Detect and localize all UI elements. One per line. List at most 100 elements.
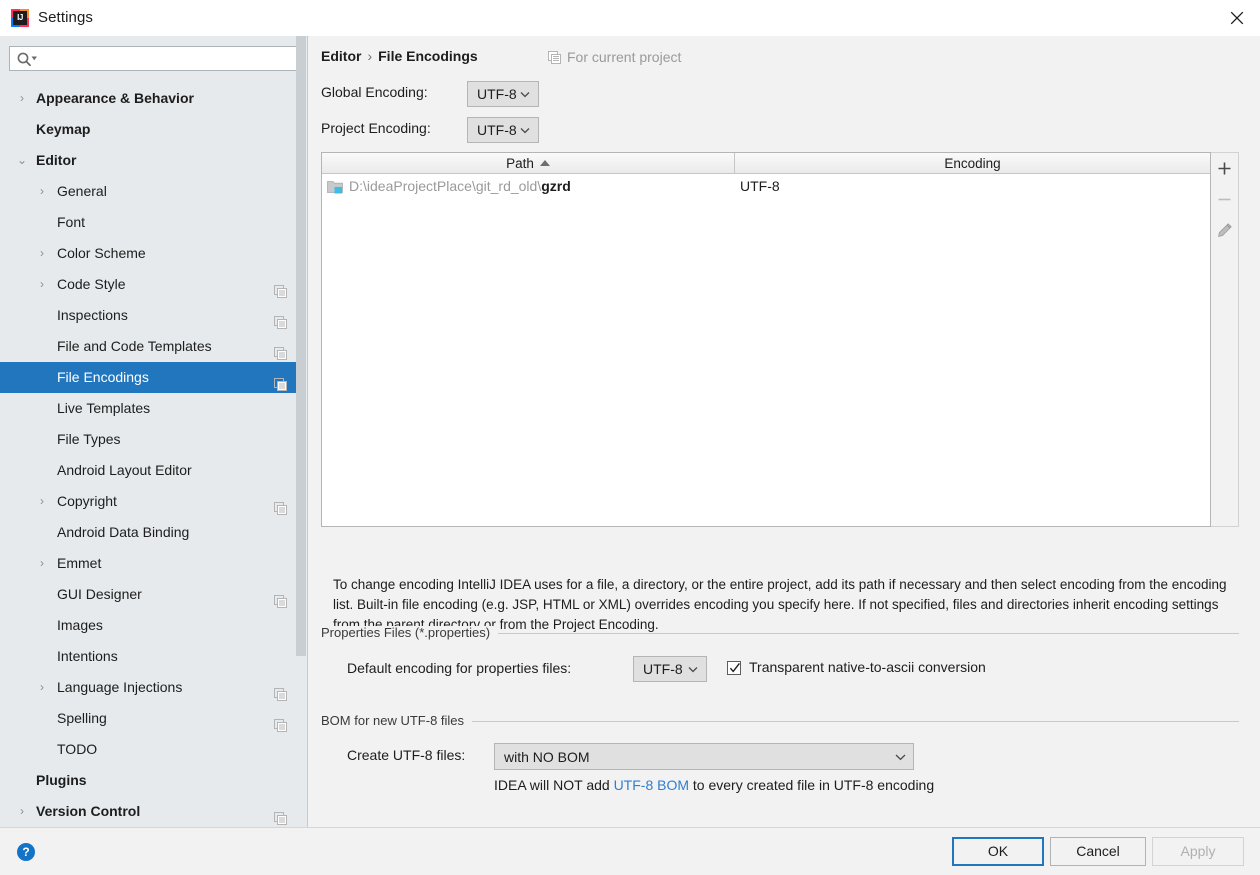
chevron-down-icon [894,744,906,769]
bom-group-title: BOM for new UTF-8 files [321,714,473,728]
settings-dialog: IJ Settings › Appearance & Behavior Keymap… [0,0,1260,875]
sidebar-item-version-control[interactable]: › Version Control [0,796,307,827]
sidebar-item-images[interactable]: Images [0,610,307,641]
default-properties-encoding-value: UTF-8 [643,661,683,677]
chevron-down-icon [519,118,531,142]
sidebar-item-label: Version Control [36,803,141,819]
encodings-table[interactable]: Path Encoding D:\ideaProjectPlace\git_rd… [321,152,1211,527]
sidebar-item-inspections[interactable]: Inspections [0,300,307,331]
sidebar-item-file-types[interactable]: File Types [0,424,307,455]
sidebar-item-label: Appearance & Behavior [36,90,194,106]
sort-ascending-icon [539,160,550,166]
sidebar-item-android-data-binding[interactable]: Android Data Binding [0,517,307,548]
column-header-encoding-label: Encoding [944,156,1001,171]
settings-tree[interactable]: › Appearance & Behavior Keymap ⌄ Editor › Gene… [0,83,307,827]
chevron-right-icon[interactable]: › [34,176,50,207]
sidebar-item-keymap[interactable]: Keymap [0,114,307,145]
chevron-right-icon[interactable]: › [34,548,50,579]
edit-button[interactable] [1211,215,1238,245]
chevron-right-icon[interactable]: › [14,83,30,114]
project-scope-icon [548,51,561,64]
sidebar-item-label: Live Templates [57,400,151,416]
bom-note-suffix: to every created file in UTF-8 encoding [689,777,935,793]
sidebar-item-intentions[interactable]: Intentions [0,641,307,672]
sidebar-item-label: Keymap [36,121,91,137]
search-field[interactable] [9,46,301,72]
path-name: gzrd [541,178,571,194]
sidebar-scrollbar-track[interactable] [296,36,307,827]
cancel-button[interactable]: Cancel [1050,837,1146,866]
chevron-down-icon [687,657,699,681]
sidebar-item-label: Intentions [57,648,118,664]
bom-group-header: BOM for new UTF-8 files [321,714,1239,728]
sidebar-item-label: Android Layout Editor [57,462,192,478]
breadcrumb-separator-icon: › [367,48,373,64]
sidebar-item-color-scheme[interactable]: › Color Scheme [0,238,307,269]
project-scope-icon [274,681,287,701]
utf8-bom-link[interactable]: UTF-8 BOM [614,777,689,793]
global-encoding-value: UTF-8 [477,86,517,102]
sidebar-item-label: TODO [57,741,98,757]
sidebar-item-todo[interactable]: TODO [0,734,307,765]
table-row[interactable]: D:\ideaProjectPlace\git_rd_old\gzrd UTF-… [322,174,1210,198]
chevron-right-icon[interactable]: › [34,238,50,269]
global-encoding-combo[interactable]: UTF-8 [467,81,539,107]
sidebar-item-label: Code Style [57,276,126,292]
sidebar-item-label: Editor [36,152,77,168]
remove-button[interactable] [1211,184,1238,214]
default-properties-encoding-combo[interactable]: UTF-8 [633,656,707,682]
folder-icon [327,179,345,194]
chevron-right-icon[interactable]: › [34,269,50,300]
column-header-path[interactable]: Path [322,153,734,174]
chevron-right-icon[interactable]: › [14,796,30,827]
transparent-native-to-ascii-label: Transparent native-to-ascii conversion [749,659,986,675]
sidebar-item-label: File Types [57,431,121,447]
path-prefix: D:\ideaProjectPlace\git_rd_old\ [349,178,542,194]
help-button[interactable]: ? [17,843,35,861]
chevron-right-icon[interactable]: › [34,486,50,517]
project-encoding-value: UTF-8 [477,122,517,138]
project-scope-icon [274,588,287,608]
sidebar-item-label: General [57,183,107,199]
project-scope-icon [274,278,287,298]
apply-button[interactable]: Apply [1152,837,1244,866]
ok-button[interactable]: OK [952,837,1044,866]
sidebar-item-gui-designer[interactable]: GUI Designer [0,579,307,610]
bom-note: IDEA will NOT add UTF-8 BOM to every cre… [494,777,934,793]
sidebar-item-label: Spelling [57,710,107,726]
sidebar-scrollbar-thumb[interactable] [296,36,306,656]
sidebar-item-file-encodings[interactable]: File Encodings [0,362,307,393]
sidebar-item-language-injections[interactable]: › Language Injections [0,672,307,703]
sidebar-item-editor[interactable]: ⌄ Editor [0,145,307,176]
close-icon[interactable] [1214,0,1260,35]
bom-note-prefix: IDEA will NOT add [494,777,614,793]
sidebar-item-general[interactable]: › General [0,176,307,207]
sidebar-item-font[interactable]: Font [0,207,307,238]
column-header-encoding[interactable]: Encoding [735,153,1210,174]
search-input[interactable] [40,47,300,72]
create-utf8-files-label: Create UTF-8 files: [347,747,466,763]
sidebar-item-copyright[interactable]: › Copyright [0,486,307,517]
add-button[interactable] [1211,153,1238,183]
sidebar-item-code-style[interactable]: › Code Style [0,269,307,300]
chevron-down-icon[interactable]: ⌄ [14,145,30,176]
sidebar-item-android-layout-editor[interactable]: Android Layout Editor [0,455,307,486]
column-header-path-label: Path [506,156,534,171]
chevron-right-icon[interactable]: › [34,672,50,703]
sidebar-item-appearance-behavior[interactable]: › Appearance & Behavior [0,83,307,114]
sidebar-item-label: Inspections [57,307,128,323]
breadcrumb-parent[interactable]: Editor [321,48,361,64]
sidebar-item-label: Copyright [57,493,117,509]
sidebar-item-label: Language Injections [57,679,183,695]
table-cell-path: D:\ideaProjectPlace\git_rd_old\gzrd [349,174,571,198]
intellij-idea-logo-icon: IJ [11,9,29,27]
create-utf8-files-combo[interactable]: with NO BOM [494,743,914,770]
project-encoding-combo[interactable]: UTF-8 [467,117,539,143]
sidebar-item-live-templates[interactable]: Live Templates [0,393,307,424]
title-bar: IJ Settings [0,0,1260,37]
transparent-native-to-ascii-checkbox[interactable] [727,661,741,675]
sidebar-item-plugins[interactable]: Plugins [0,765,307,796]
sidebar-item-spelling[interactable]: Spelling [0,703,307,734]
sidebar-item-emmet[interactable]: › Emmet [0,548,307,579]
sidebar-item-file-and-code-templates[interactable]: File and Code Templates [0,331,307,362]
